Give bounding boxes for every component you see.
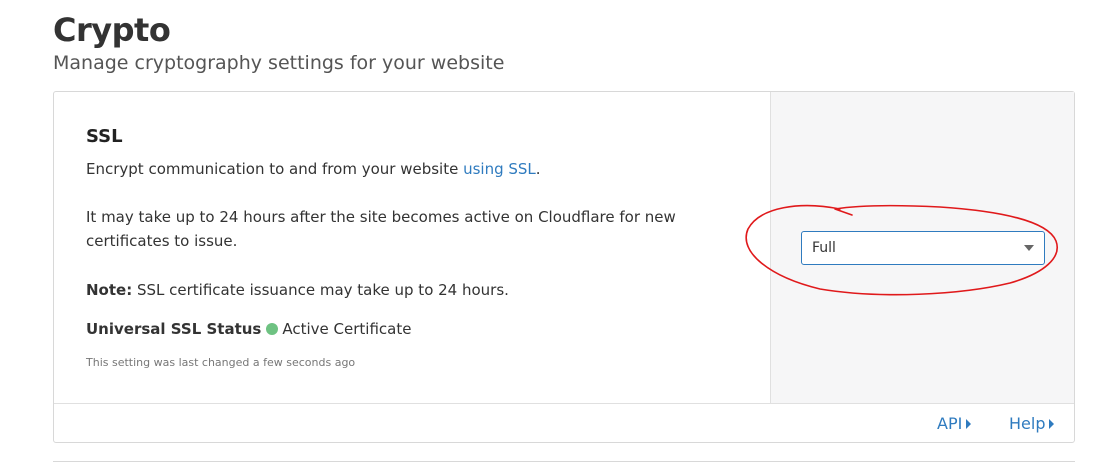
- status-value: Active Certificate: [282, 320, 412, 338]
- status-label: Universal SSL Status: [86, 320, 262, 338]
- activation-note: It may take up to 24 hours after the sit…: [86, 208, 676, 250]
- note-label: Note:: [86, 281, 133, 299]
- card-footer: API Help: [54, 403, 1074, 442]
- note-text: SSL certificate issuance may take up to …: [132, 281, 509, 299]
- green-dot-icon: [266, 323, 279, 335]
- api-link[interactable]: API: [937, 414, 972, 433]
- ssl-description: Encrypt communication to and from your w…: [86, 157, 541, 181]
- chevron-down-icon: [1024, 245, 1034, 251]
- last-changed-text: This setting was last changed a few seco…: [86, 356, 356, 369]
- caret-right-icon: [1049, 418, 1055, 429]
- page-title: Crypto: [53, 11, 171, 49]
- api-link-label: API: [937, 414, 963, 433]
- universal-ssl-status: Universal SSL Status Active Certificate: [86, 317, 411, 341]
- issuance-note: Note: SSL certificate issuance may take …: [86, 278, 509, 302]
- ssl-setting-panel: Full: [770, 92, 1074, 403]
- ssl-description-end: .: [535, 160, 541, 178]
- ssl-description-text: Encrypt communication to and from your w…: [86, 160, 464, 178]
- ssl-card-body: SSL Encrypt communication to and from yo…: [54, 92, 770, 403]
- ssl-mode-select[interactable]: Full: [801, 231, 1045, 265]
- page-subtitle: Manage cryptography settings for your we…: [53, 52, 505, 74]
- ssl-mode-selected: Full: [812, 240, 836, 256]
- ssl-card: SSL Encrypt communication to and from yo…: [53, 91, 1075, 443]
- caret-right-icon: [966, 418, 972, 429]
- help-link[interactable]: Help: [1009, 414, 1055, 433]
- help-link-label: Help: [1009, 414, 1046, 433]
- using-ssl-link[interactable]: using SSL: [463, 160, 536, 178]
- ssl-title: SSL: [86, 126, 123, 147]
